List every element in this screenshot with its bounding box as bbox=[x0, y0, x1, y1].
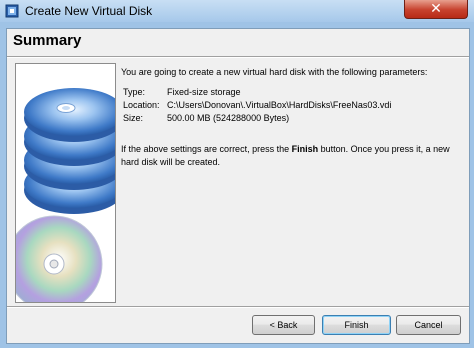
window-title: Create New Virtual Disk bbox=[25, 4, 153, 18]
param-label: Location: bbox=[123, 100, 160, 110]
param-label: Size: bbox=[123, 113, 144, 123]
page-header: Summary bbox=[7, 29, 469, 51]
param-value: 500.00 MB (524288000 Bytes) bbox=[167, 113, 290, 123]
title-bar[interactable]: Create New Virtual Disk ✕ bbox=[0, 0, 474, 22]
finish-button[interactable]: Finish bbox=[322, 315, 391, 335]
param-value: C:\Users\Donovan\.VirtualBox\HardDisks\F… bbox=[167, 100, 392, 110]
param-value: Fixed-size storage bbox=[167, 87, 241, 97]
finish-note-start: If the above settings are correct, press… bbox=[121, 144, 292, 154]
virtualbox-icon bbox=[5, 4, 19, 18]
cancel-button[interactable]: Cancel bbox=[396, 315, 461, 335]
disk-icon bbox=[16, 88, 115, 302]
header-divider-highlight bbox=[7, 57, 469, 58]
disk-stack-illustration bbox=[15, 63, 116, 303]
param-row-size: Size: 500.00 MB (524288000 Bytes) bbox=[123, 113, 391, 126]
param-row-type: Type: Fixed-size storage bbox=[123, 87, 391, 100]
summary-intro: You are going to create a new virtual ha… bbox=[121, 67, 428, 77]
finish-instructions: If the above settings are correct, press… bbox=[121, 143, 457, 169]
close-button[interactable]: ✕ bbox=[404, 0, 468, 19]
wizard-page: Summary You are going to create a new vi… bbox=[6, 28, 470, 344]
param-label: Type: bbox=[123, 87, 146, 97]
back-button[interactable]: < Back bbox=[252, 315, 315, 335]
finish-note-bold: Finish bbox=[291, 144, 319, 154]
parameter-table: Type: Fixed-size storage Location: C:\Us… bbox=[123, 87, 391, 126]
dialog-window: Create New Virtual Disk ✕ Summary You ar… bbox=[0, 0, 474, 348]
page-title: Summary bbox=[13, 32, 82, 49]
close-icon: ✕ bbox=[430, 1, 442, 17]
footer-divider-highlight bbox=[7, 307, 469, 308]
param-row-location: Location: C:\Users\Donovan\.VirtualBox\H… bbox=[123, 100, 391, 113]
